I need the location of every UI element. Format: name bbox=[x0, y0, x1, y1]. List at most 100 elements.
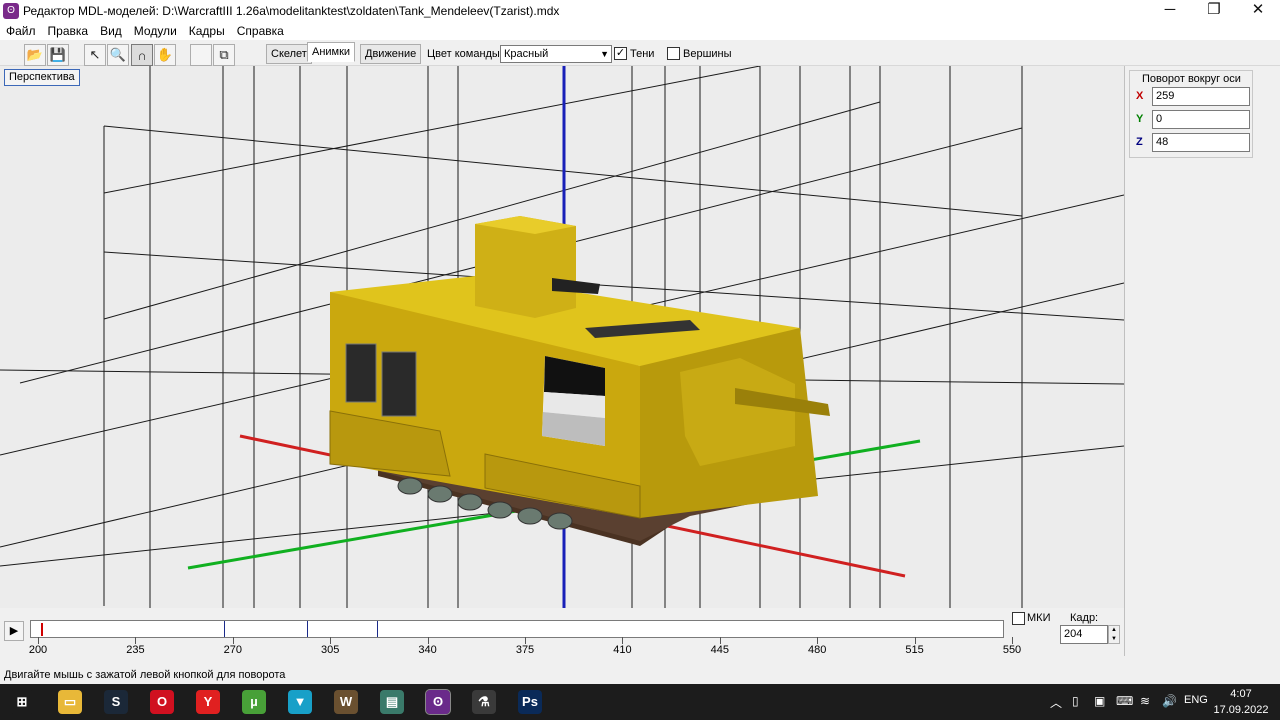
timeline-tick bbox=[914, 637, 916, 644]
clock-time: 4:07 bbox=[1230, 688, 1252, 700]
warcraft-icon[interactable]: W bbox=[334, 690, 358, 714]
title-bar: ʘ Редактор MDL-моделей: D:\WarcraftIII 1… bbox=[0, 0, 1280, 22]
mdl-icon[interactable]: ʘ bbox=[425, 689, 451, 715]
timeline-track[interactable] bbox=[30, 620, 1004, 638]
mdl-editor-icon: ʘ bbox=[3, 3, 19, 19]
open-icon[interactable]: 📂 bbox=[24, 44, 46, 66]
save-icon[interactable]: 💾 bbox=[47, 44, 69, 66]
yandex-icon[interactable]: Y bbox=[196, 690, 220, 714]
timeline-tick-label: 270 bbox=[223, 644, 242, 656]
sequence-marker bbox=[224, 621, 225, 637]
timeline-tick bbox=[232, 637, 234, 644]
play-button[interactable]: ▶ bbox=[4, 621, 24, 641]
menu-file[interactable]: Файл bbox=[0, 22, 42, 40]
menu-bar: Файл Правка Вид Модули Кадры Справка bbox=[0, 22, 1280, 40]
mki-label: МКИ bbox=[1027, 612, 1051, 624]
frame-label: Кадр: bbox=[1070, 612, 1099, 624]
tray-monitor-icon[interactable]: ▣ bbox=[1094, 694, 1105, 708]
timeline-tick bbox=[330, 637, 332, 644]
timeline-tick-label: 410 bbox=[613, 644, 632, 656]
frame-spinner[interactable]: ▲ ▼ bbox=[1108, 625, 1120, 644]
menu-view[interactable]: Вид bbox=[94, 22, 128, 40]
timeline-tick-label: 200 bbox=[28, 644, 48, 656]
current-frame-marker[interactable] bbox=[41, 623, 43, 636]
minimize-button[interactable]: ─ bbox=[1148, 0, 1192, 22]
timeline-tick bbox=[719, 637, 721, 644]
timeline-tick-label: 550 bbox=[1002, 644, 1022, 656]
mode-animations-button[interactable]: Анимки bbox=[307, 42, 356, 62]
chevron-down-icon: ▼ bbox=[600, 49, 609, 59]
team-color-value: Красный bbox=[504, 48, 549, 60]
vertices-label: Вершины bbox=[683, 48, 732, 60]
y-rotation-input[interactable]: 0 bbox=[1152, 110, 1250, 129]
select-arrow-icon[interactable]: ↖ bbox=[84, 44, 106, 66]
y-axis-label: Y bbox=[1136, 113, 1144, 125]
tray-volume-icon[interactable]: 🔊 bbox=[1162, 694, 1177, 708]
utorrent-icon[interactable]: µ bbox=[242, 690, 266, 714]
menu-edit[interactable]: Правка bbox=[42, 22, 95, 40]
team-color-select[interactable]: Красный ▼ bbox=[500, 45, 612, 63]
timeline-tick-label: 480 bbox=[808, 644, 827, 656]
timeline-tick bbox=[427, 637, 429, 644]
3d-viewport[interactable]: Перспектива bbox=[0, 66, 1124, 608]
rotate-icon[interactable]: ∩ bbox=[131, 44, 153, 66]
menu-modules[interactable]: Модули bbox=[128, 22, 183, 40]
viewer-icon[interactable]: ▤ bbox=[380, 690, 404, 714]
copy-icon[interactable]: ⧉ bbox=[213, 44, 235, 66]
grid-and-model bbox=[0, 66, 1124, 608]
shadows-checkbox[interactable]: ✓ bbox=[614, 47, 627, 60]
menu-help[interactable]: Справка bbox=[231, 22, 290, 40]
team-color-label: Цвет команды: bbox=[427, 48, 503, 60]
timeline-tick bbox=[1012, 637, 1013, 644]
explorer-icon[interactable]: ▭ bbox=[58, 690, 82, 714]
zoom-icon[interactable]: 🔍 bbox=[107, 44, 129, 66]
tray-chevron-icon[interactable]: ︿ bbox=[1050, 694, 1062, 711]
status-bar: Двигайте мышь с зажатой левой кнопкой дл… bbox=[0, 666, 1280, 684]
timeline-tick-label: 305 bbox=[321, 644, 340, 656]
frame-input[interactable]: 204 bbox=[1060, 625, 1108, 644]
flask-icon[interactable]: ⚗ bbox=[472, 690, 496, 714]
timeline-tick-label: 445 bbox=[710, 644, 729, 656]
vpn-icon[interactable]: ▼ bbox=[288, 690, 312, 714]
shadows-label: Тени bbox=[630, 48, 655, 60]
x-axis-label: X bbox=[1136, 90, 1144, 102]
timeline: ▶ 200 235 270 305 340 375 410 445 480 515 550 МКИ … bbox=[0, 608, 1124, 656]
z-axis-label: Z bbox=[1136, 136, 1143, 148]
pan-hand-icon[interactable]: ✋ bbox=[154, 44, 176, 66]
clock[interactable]: 4:07 17.09.2022 bbox=[1210, 686, 1272, 718]
x-rotation-input[interactable]: 259 bbox=[1152, 87, 1250, 106]
sequence-marker bbox=[377, 621, 378, 637]
tray-wifi-icon[interactable]: ≋ bbox=[1140, 694, 1150, 708]
timeline-tick-label: 515 bbox=[905, 644, 924, 656]
tray-battery-icon[interactable]: ▯ bbox=[1072, 694, 1079, 708]
view-perspective-button[interactable]: Перспектива bbox=[4, 69, 80, 86]
window-title: Редактор MDL-моделей: D:\WarcraftIII 1.2… bbox=[23, 4, 560, 18]
timeline-tick-label: 340 bbox=[418, 644, 437, 656]
menu-frames[interactable]: Кадры bbox=[183, 22, 231, 40]
blank-icon[interactable] bbox=[190, 44, 212, 66]
opera-icon[interactable]: O bbox=[150, 690, 174, 714]
timeline-tick bbox=[525, 637, 526, 644]
timeline-tick bbox=[38, 637, 39, 644]
tray-language[interactable]: ENG bbox=[1184, 694, 1208, 706]
tray-keyboard-icon[interactable]: ⌨ bbox=[1116, 694, 1133, 708]
mode-motion-button[interactable]: Движение bbox=[360, 44, 422, 64]
start-icon[interactable]: ⊞ bbox=[10, 690, 34, 714]
mode-skeleton-button[interactable]: Скелет bbox=[266, 44, 312, 64]
vertices-checkbox[interactable] bbox=[667, 47, 680, 60]
photoshop-icon[interactable]: Ps bbox=[518, 690, 542, 714]
close-button[interactable]: ✕ bbox=[1236, 0, 1280, 22]
rotation-panel: Поворот вокруг оси X 259 Y 0 Z 48 bbox=[1129, 70, 1253, 158]
timeline-tick-label: 235 bbox=[126, 644, 145, 656]
sequence-marker bbox=[307, 621, 308, 637]
timeline-tick bbox=[817, 637, 819, 644]
z-rotation-input[interactable]: 48 bbox=[1152, 133, 1250, 152]
maximize-button[interactable]: ❐ bbox=[1192, 0, 1236, 22]
rotation-panel-title: Поворот вокруг оси bbox=[1142, 73, 1241, 85]
timeline-tick bbox=[622, 637, 624, 644]
mki-checkbox[interactable] bbox=[1012, 612, 1025, 625]
timeline-tick bbox=[135, 637, 137, 644]
right-panel: Поворот вокруг оси X 259 Y 0 Z 48 bbox=[1124, 66, 1280, 656]
tank-model bbox=[329, 216, 830, 546]
steam-icon[interactable]: S bbox=[104, 690, 128, 714]
